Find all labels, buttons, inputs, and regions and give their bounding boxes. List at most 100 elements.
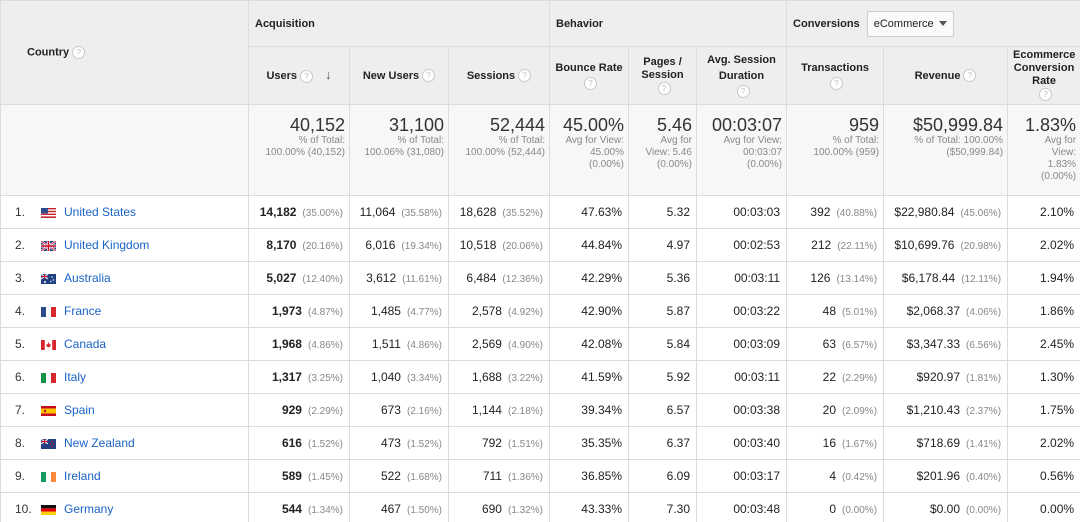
- revenue-cell: $10,699.76 (20.98%): [883, 228, 1009, 262]
- users-cell: 1,317 (3.25%): [248, 360, 350, 394]
- col-revenue[interactable]: Revenue?: [883, 46, 1009, 105]
- behavior-label: Behavior: [556, 17, 604, 30]
- country-link[interactable]: Ireland: [64, 469, 101, 483]
- transactions-cell: 392 (40.88%): [786, 195, 885, 229]
- table-row: 2. United Kingdom 8,170 (20.16%) 6,016 (19.…: [0, 228, 1080, 262]
- help-icon[interactable]: ?: [584, 77, 597, 91]
- conversions-dropdown[interactable]: eCommerce: [866, 10, 954, 37]
- duration-cell: 00:03:17: [695, 459, 788, 493]
- col-bounce-rate[interactable]: Bounce Rate?: [549, 46, 629, 105]
- row-index: 1.: [15, 205, 26, 219]
- users-cell: 14,182 (35.00%): [248, 195, 350, 229]
- users-cell: 8,170 (20.16%): [248, 228, 350, 262]
- new-users-cell: 11,064 (35.58%): [349, 195, 449, 229]
- col-country[interactable]: Country?: [0, 0, 249, 105]
- conv-rate-cell: 0.56%: [1007, 459, 1080, 493]
- row-index: 7.: [15, 403, 26, 417]
- transactions-cell: 48 (5.01%): [786, 294, 885, 328]
- new-users-cell: 467 (1.50%): [349, 492, 449, 522]
- users-cell: 544 (1.34%): [248, 492, 350, 522]
- table-row: 4. France 1,973 (4.87%) 1,485 (4.77%) 2,578…: [0, 294, 1080, 328]
- dropdown-value: eCommerce: [873, 17, 934, 30]
- total-conv-rate: 1.83% Avg for View: 1.83% (0.00%): [1007, 104, 1080, 196]
- new-users-cell: 1,511 (4.86%): [349, 327, 449, 361]
- flag-gb-icon: [41, 240, 56, 251]
- row-index: 10.: [15, 502, 32, 516]
- revenue-cell: $920.97 (1.81%): [883, 360, 1009, 394]
- col-transactions[interactable]: Transactions?: [786, 46, 885, 105]
- sessions-cell: 792 (1.51%): [448, 426, 550, 460]
- transactions-cell: 16 (1.67%): [786, 426, 885, 460]
- country-link[interactable]: United States: [64, 205, 136, 219]
- new-users-cell: 6,016 (19.34%): [349, 228, 449, 262]
- users-cell: 5,027 (12.40%): [248, 261, 350, 295]
- row-index: 4.: [15, 304, 26, 318]
- country-link[interactable]: Canada: [64, 337, 106, 351]
- bounce-rate-cell: 41.59%: [549, 360, 629, 394]
- pages-session-cell: 5.92: [628, 360, 697, 394]
- duration-cell: 00:03:03: [695, 195, 788, 229]
- total-users: 40,152% of Total: 100.00% (40,152): [248, 104, 350, 196]
- col-users[interactable]: Users? ↓: [248, 46, 350, 105]
- country-link[interactable]: Australia: [64, 271, 111, 285]
- help-icon[interactable]: ?: [736, 85, 750, 99]
- row-index: 6.: [15, 370, 26, 384]
- sessions-cell: 1,144 (2.18%): [448, 393, 550, 427]
- country-link[interactable]: Spain: [64, 403, 95, 417]
- flag-ie-icon: [41, 471, 56, 482]
- help-icon[interactable]: ?: [830, 77, 844, 91]
- country-link[interactable]: New Zealand: [64, 436, 135, 450]
- conv-rate-cell: 1.86%: [1007, 294, 1080, 328]
- sessions-header-label: Sessions: [466, 69, 516, 82]
- transactions-cell: 63 (6.57%): [786, 327, 885, 361]
- help-icon[interactable]: ?: [1039, 88, 1053, 102]
- table-row: 7. Spain 929 (2.29%) 673 (2.16%) 1,144 (2.18…: [0, 393, 1080, 427]
- duration-cell: 00:03:09: [695, 327, 788, 361]
- sort-descending-icon[interactable]: ↓: [325, 67, 332, 83]
- bounce-rate-cell: 42.08%: [549, 327, 629, 361]
- help-icon[interactable]: ?: [422, 69, 436, 83]
- pages-session-cell: 5.32: [628, 195, 697, 229]
- help-icon[interactable]: ?: [72, 46, 86, 59]
- pages-session-header-label: Pages / Session: [641, 55, 684, 81]
- bounce-rate-header-label: Bounce Rate: [555, 61, 623, 74]
- country-cell: 1. United States: [0, 195, 249, 229]
- help-icon[interactable]: ?: [300, 69, 314, 83]
- revenue-header-label: Revenue: [914, 69, 961, 82]
- country-cell: 8. New Zealand: [0, 426, 249, 460]
- flag-nz-icon: [41, 438, 56, 449]
- bounce-rate-cell: 47.63%: [549, 195, 629, 229]
- sessions-cell: 2,578 (4.92%): [448, 294, 550, 328]
- col-sessions[interactable]: Sessions?: [448, 46, 550, 105]
- col-new-users[interactable]: New Users?: [349, 46, 449, 105]
- country-link[interactable]: France: [64, 304, 101, 318]
- table-row: 3. Australia 5,027 (12.40%) 3,612 (11.61%) …: [0, 261, 1080, 295]
- row-index: 5.: [15, 337, 26, 351]
- users-cell: 929 (2.29%): [248, 393, 350, 427]
- conv-rate-cell: 2.45%: [1007, 327, 1080, 361]
- revenue-cell: $201.96 (0.40%): [883, 459, 1009, 493]
- country-cell: 4. France: [0, 294, 249, 328]
- bounce-rate-cell: 43.33%: [549, 492, 629, 522]
- new-users-cell: 522 (1.68%): [349, 459, 449, 493]
- table-row: 1. United States 14,182 (35.00%) 11,064 (35…: [0, 195, 1080, 229]
- pages-session-cell: 4.97: [628, 228, 697, 262]
- transactions-cell: 22 (2.29%): [786, 360, 885, 394]
- revenue-cell: $22,980.84 (45.06%): [883, 195, 1009, 229]
- country-link[interactable]: Italy: [64, 370, 86, 384]
- col-ecommerce-conversion-rate[interactable]: Ecommerce Conversion Rate?: [1007, 46, 1080, 105]
- col-avg-session-duration[interactable]: Avg. Session Duration?: [695, 46, 788, 105]
- revenue-cell: $718.69 (1.41%): [883, 426, 1009, 460]
- country-link[interactable]: United Kingdom: [64, 238, 149, 252]
- country-cell: 6. Italy: [0, 360, 249, 394]
- help-icon[interactable]: ?: [518, 69, 532, 83]
- country-link[interactable]: Germany: [64, 502, 113, 516]
- flag-es-icon: [41, 405, 56, 416]
- sessions-cell: 18,628 (35.52%): [448, 195, 550, 229]
- help-icon[interactable]: ?: [657, 81, 671, 95]
- col-pages-session[interactable]: Pages / Session?: [628, 46, 697, 105]
- sessions-cell: 2,569 (4.90%): [448, 327, 550, 361]
- help-icon[interactable]: ?: [963, 69, 977, 83]
- pages-session-cell: 6.37: [628, 426, 697, 460]
- new-users-cell: 1,485 (4.77%): [349, 294, 449, 328]
